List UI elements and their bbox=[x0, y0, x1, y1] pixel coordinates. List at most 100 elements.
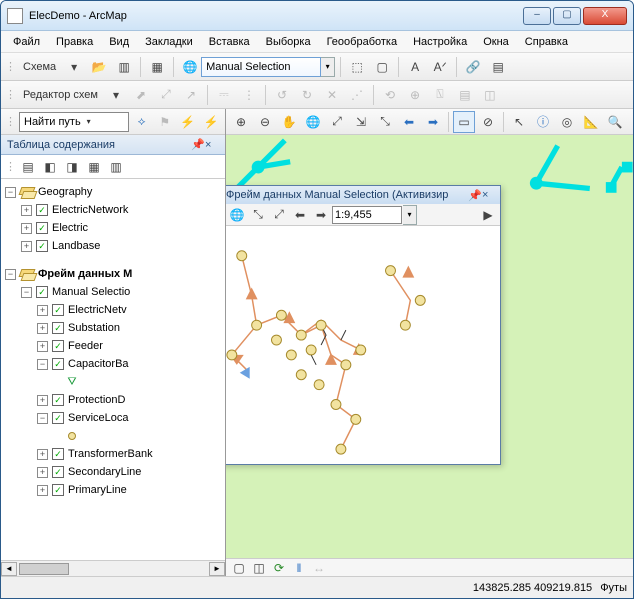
ed-i8-icon[interactable]: ✕ bbox=[321, 84, 343, 106]
ed-i14-icon[interactable]: ◫ bbox=[479, 84, 501, 106]
menu-customize[interactable]: Настройка bbox=[407, 34, 473, 50]
pin-icon[interactable]: 📌 bbox=[191, 138, 205, 151]
find-icon[interactable]: 🔍 bbox=[604, 111, 626, 133]
bt-i2-icon[interactable]: ◫ bbox=[250, 560, 268, 576]
maximize-button[interactable]: ▢ bbox=[553, 7, 581, 25]
clear-icon[interactable]: ⊘ bbox=[477, 111, 499, 133]
flag-icon[interactable]: ⚑ bbox=[155, 111, 175, 133]
toc-close-icon[interactable]: × bbox=[205, 139, 219, 151]
checkbox[interactable]: ✓ bbox=[36, 222, 48, 234]
tree-node-secondaryline[interactable]: + ✓ SecondaryLine bbox=[5, 463, 225, 481]
scroll-thumb[interactable] bbox=[19, 563, 69, 575]
chain-icon[interactable]: 🔗 bbox=[462, 56, 484, 78]
ed-i10-icon[interactable]: ⟲ bbox=[379, 84, 401, 106]
ed-i1-icon[interactable]: ⬈ bbox=[130, 84, 152, 106]
tree-node-serviceloca[interactable]: − ✓ ServiceLoca bbox=[5, 409, 225, 427]
ed-i4-icon[interactable]: ⎓ bbox=[213, 84, 235, 106]
tree-node-electric[interactable]: + ✓ Electric bbox=[5, 219, 225, 237]
tree-node-frame[interactable]: − Фрейм данных M bbox=[5, 265, 225, 283]
tree-node-substation[interactable]: + ✓ Substation bbox=[5, 319, 225, 337]
zfix1-icon[interactable]: ⇲ bbox=[350, 111, 372, 133]
bt-i3-icon[interactable]: ⟳ bbox=[270, 560, 288, 576]
checkbox[interactable]: ✓ bbox=[52, 394, 64, 406]
checkbox[interactable]: ✓ bbox=[36, 204, 48, 216]
map-canvas[interactable]: Просмотр - Фрейм данных Manual Selection… bbox=[226, 135, 634, 558]
bolt2-icon[interactable]: ⚡ bbox=[201, 111, 221, 133]
pan-icon[interactable]: ✋ bbox=[278, 111, 300, 133]
toc-tool2-icon[interactable]: ◧ bbox=[40, 157, 60, 177]
menu-edit[interactable]: Правка bbox=[50, 34, 99, 50]
ed-i12-icon[interactable]: ⍂ bbox=[429, 84, 451, 106]
overview-scale-input[interactable] bbox=[332, 206, 402, 224]
overview-canvas[interactable] bbox=[226, 226, 500, 464]
layout-icon[interactable]: ▦ bbox=[146, 56, 168, 78]
checkbox[interactable]: ✓ bbox=[52, 466, 64, 478]
ov-scale-arrow[interactable]: ▾ bbox=[403, 205, 417, 225]
bolt1-icon[interactable]: ⚡ bbox=[178, 111, 198, 133]
ov-fwd-icon[interactable]: ➡ bbox=[311, 205, 331, 225]
checkbox[interactable]: ✓ bbox=[36, 240, 48, 252]
tree-node-feeder[interactable]: + ✓ Feeder bbox=[5, 337, 225, 355]
minimize-button[interactable]: – bbox=[523, 7, 551, 25]
ov-fit-icon[interactable]: ⤢ bbox=[269, 205, 289, 225]
overview-titlebar[interactable]: Просмотр - Фрейм данных Manual Selection… bbox=[226, 186, 500, 204]
new-doc-icon[interactable]: ▥ bbox=[113, 56, 135, 78]
checkbox[interactable]: ✓ bbox=[52, 448, 64, 460]
checkbox[interactable]: ✓ bbox=[52, 322, 64, 334]
tree-node-primaryline[interactable]: + ✓ PrimaryLine bbox=[5, 481, 225, 499]
ov-back-icon[interactable]: ⬅ bbox=[290, 205, 310, 225]
route-icon[interactable]: ⟡ bbox=[132, 111, 152, 133]
full-icon[interactable]: ⤢ bbox=[326, 111, 348, 133]
pointer-icon[interactable]: ↖ bbox=[508, 111, 530, 133]
open-icon[interactable]: 📂 bbox=[88, 56, 110, 78]
menu-file[interactable]: Файл bbox=[7, 34, 46, 50]
selection-combo-arrow[interactable]: ▾ bbox=[321, 57, 335, 77]
menu-view[interactable]: Вид bbox=[103, 34, 135, 50]
meas-icon[interactable]: 📐 bbox=[580, 111, 602, 133]
zoomin-icon[interactable]: ⊕ bbox=[230, 111, 252, 133]
fwd-icon[interactable]: ➡ bbox=[422, 111, 444, 133]
bt-i5-icon[interactable]: ↔ bbox=[310, 560, 328, 576]
ed-i7-icon[interactable]: ↻ bbox=[296, 84, 318, 106]
menu-help[interactable]: Справка bbox=[519, 34, 574, 50]
ed-i2-icon[interactable]: ⤢ bbox=[155, 84, 177, 106]
checkbox[interactable]: ✓ bbox=[52, 412, 64, 424]
ov-globe-icon[interactable]: 🌐 bbox=[227, 205, 247, 225]
scroll-left-icon[interactable]: ◄ bbox=[1, 562, 17, 576]
checkbox[interactable]: ✓ bbox=[52, 484, 64, 496]
layers-icon[interactable]: ▤ bbox=[487, 56, 509, 78]
zfix2-icon[interactable]: ⤡ bbox=[374, 111, 396, 133]
text1-icon[interactable]: A bbox=[404, 56, 426, 78]
schema-dropdown-arrow[interactable]: ▾ bbox=[63, 56, 85, 78]
checkbox[interactable]: ✓ bbox=[52, 358, 64, 370]
tree-node-electricnetv[interactable]: + ✓ ElectricNetv bbox=[5, 301, 225, 319]
ed-i3-icon[interactable]: ↗ bbox=[180, 84, 202, 106]
ed-i6-icon[interactable]: ↺ bbox=[271, 84, 293, 106]
tree-node-landbase[interactable]: + ✓ Landbase bbox=[5, 237, 225, 255]
bt-i4-icon[interactable]: ‖ bbox=[290, 560, 308, 576]
bt-i1-icon[interactable]: ▢ bbox=[230, 560, 248, 576]
tree-node-geography[interactable]: − Geography bbox=[5, 183, 225, 201]
editor-dropdown-arrow[interactable]: ▾ bbox=[105, 84, 127, 106]
overview-close-icon[interactable]: × bbox=[482, 189, 496, 201]
selection-combo[interactable]: 🌐 Manual Selection ▾ bbox=[179, 56, 335, 78]
ed-i11-icon[interactable]: ⊕ bbox=[404, 84, 426, 106]
toc-tool1-icon[interactable]: ▤ bbox=[18, 157, 38, 177]
globe-icon[interactable]: 🌐 bbox=[302, 111, 324, 133]
checkbox[interactable]: ✓ bbox=[52, 340, 64, 352]
menu-insert[interactable]: Вставка bbox=[203, 34, 256, 50]
frame1-icon[interactable]: ⬚ bbox=[346, 56, 368, 78]
ov-run-icon[interactable]: ▶ bbox=[478, 205, 498, 225]
tree-node-electricnetwork[interactable]: + ✓ ElectricNetwork bbox=[5, 201, 225, 219]
ov-full-icon[interactable]: ⤡ bbox=[248, 205, 268, 225]
checkbox[interactable]: ✓ bbox=[52, 304, 64, 316]
find-combo[interactable]: Найти путь ▾ bbox=[19, 112, 129, 132]
tree-node-capacitorba[interactable]: − ✓ CapacitorBa bbox=[5, 355, 225, 373]
checkbox[interactable]: ✓ bbox=[36, 286, 48, 298]
ed-i5-icon[interactable]: ⋮ bbox=[238, 84, 260, 106]
tree-node-protectiond[interactable]: + ✓ ProtectionD bbox=[5, 391, 225, 409]
info-icon[interactable]: ⓘ bbox=[532, 111, 554, 133]
toc-tool5-icon[interactable]: ▥ bbox=[106, 157, 126, 177]
tree-node-transformerbank[interactable]: + ✓ TransformerBank bbox=[5, 445, 225, 463]
overview-pin-icon[interactable]: 📌 bbox=[468, 189, 482, 202]
